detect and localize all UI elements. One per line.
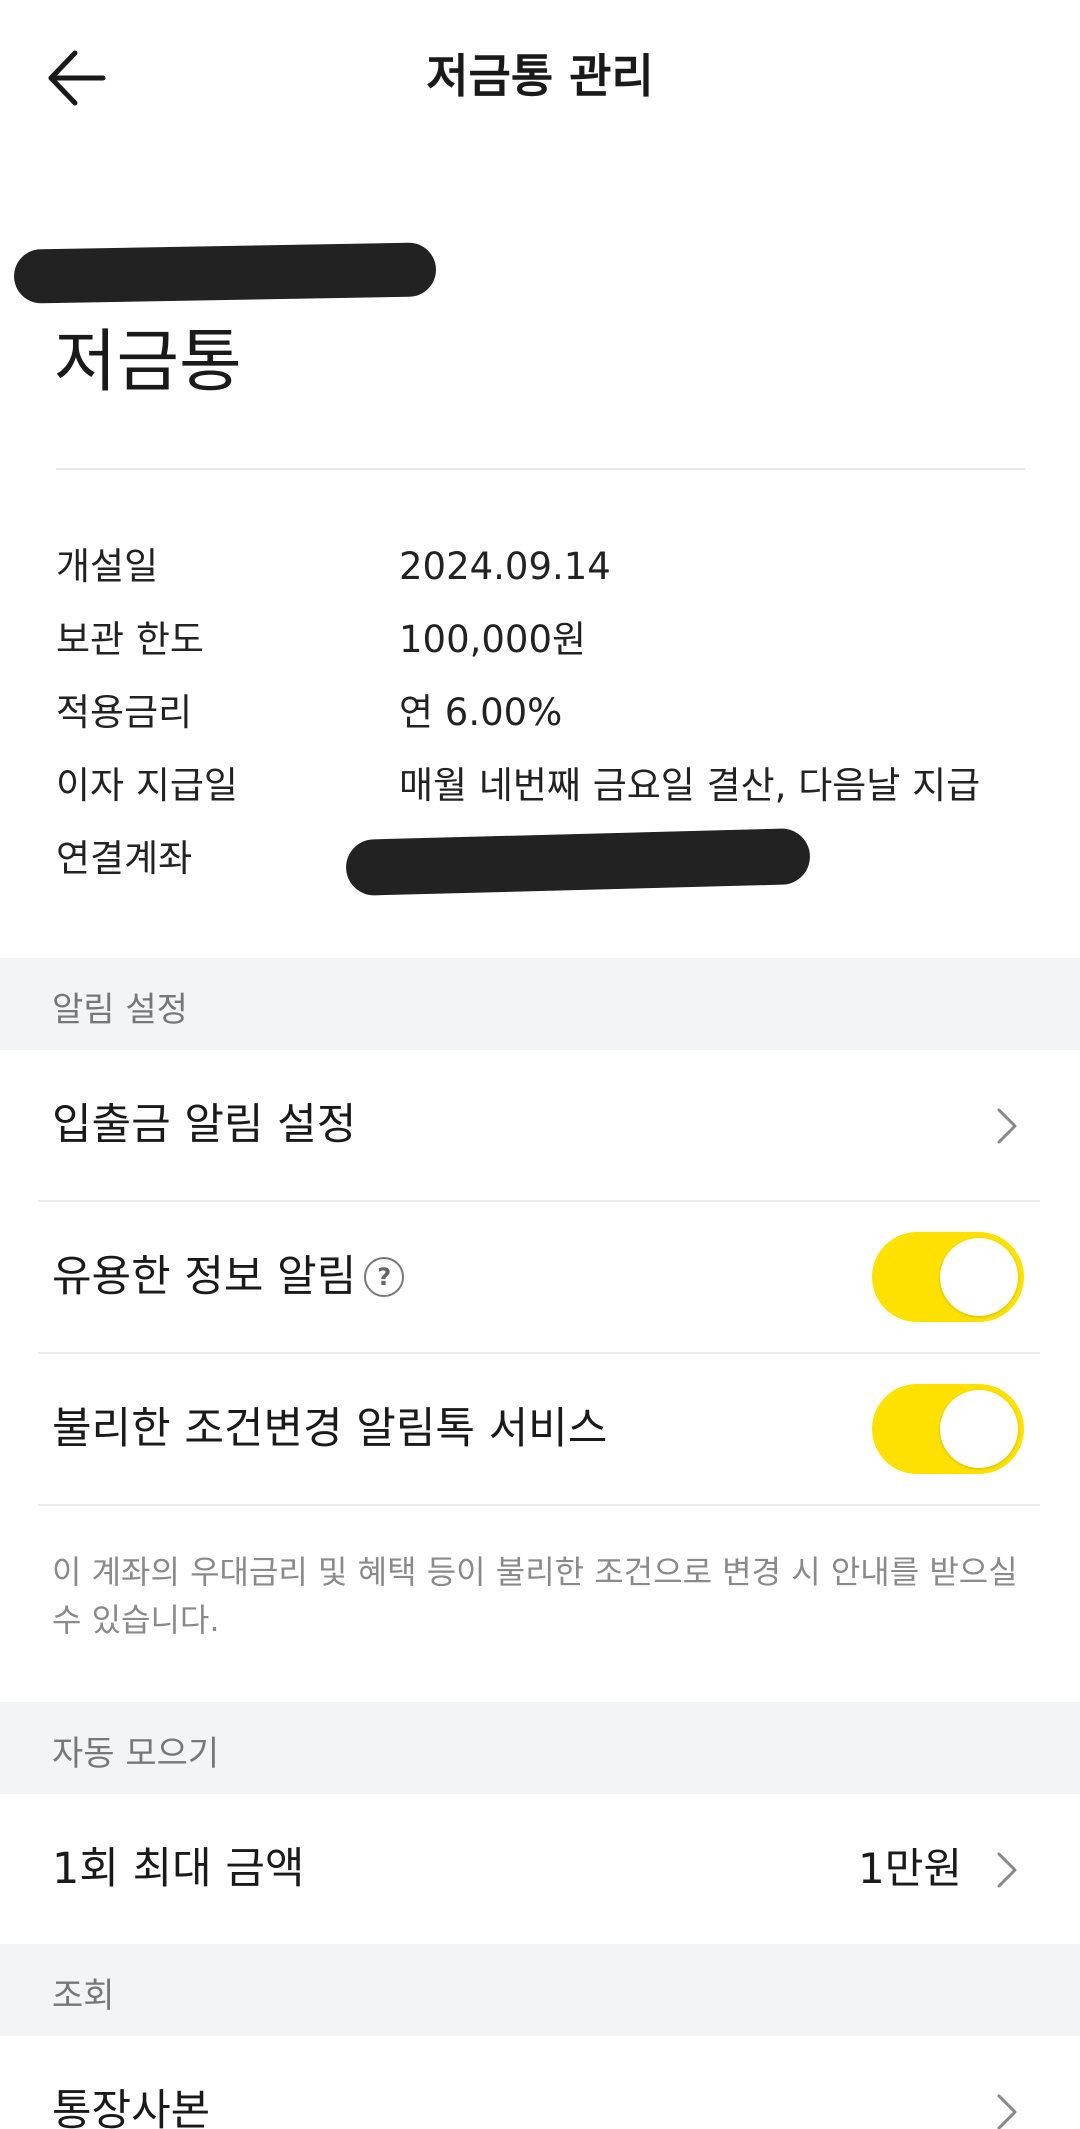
row-label: 불리한 조건변경 알림톡 서비스 xyxy=(52,1404,608,1454)
info-label: 이자 지급일 xyxy=(56,764,238,807)
section-label: 자동 모으기 xyxy=(52,1734,220,1774)
info-label: 적용금리 xyxy=(56,691,193,734)
unfavorable-change-toggle[interactable] xyxy=(872,1384,1024,1474)
section-header-auto-save: 자동 모으기 xyxy=(0,1702,1080,1794)
toggle-knob xyxy=(940,1390,1018,1468)
chevron-right-icon xyxy=(997,1108,1017,1144)
passbook-copy-row[interactable]: 통장사본 xyxy=(0,2036,1080,2129)
row-label-wrap: 유용한 정보 알림? xyxy=(52,1202,405,1352)
redacted-owner-name xyxy=(13,242,437,304)
info-value: 매월 네번째 금요일 결산, 다음날 지급 xyxy=(399,764,981,807)
max-amount-value: 1만원 xyxy=(857,1844,962,1893)
info-value: 100,000원 xyxy=(399,618,587,661)
useful-info-toggle[interactable] xyxy=(872,1232,1024,1322)
row-label: 1회 최대 금액 xyxy=(52,1844,305,1894)
row-label: 유용한 정보 알림 xyxy=(52,1252,357,1302)
row-label: 통장사본 xyxy=(52,2086,211,2129)
page-title: 저금통 관리 xyxy=(426,49,654,103)
account-name: 저금통 xyxy=(54,323,242,402)
info-value: 2024.09.14 xyxy=(399,545,611,588)
info-row-limit: 보관 한도 100,000원 xyxy=(56,603,1046,676)
chevron-right-icon xyxy=(997,2094,1017,2129)
info-row-interest-payday: 이자 지급일 매월 네번째 금요일 결산, 다음날 지급 xyxy=(56,749,1046,822)
useful-info-alert-row: 유용한 정보 알림? xyxy=(0,1202,1080,1352)
info-label: 개설일 xyxy=(56,545,159,588)
unfavorable-change-notice: 이 계좌의 우대금리 및 혜택 등이 불리한 조건으로 변경 시 안내를 받으실… xyxy=(52,1553,1018,1639)
info-row-opened-date: 개설일 2024.09.14 xyxy=(56,530,1046,603)
section-header-alerts: 알림 설정 xyxy=(0,958,1080,1050)
info-label: 연결계좌 xyxy=(56,837,193,880)
info-label: 보관 한도 xyxy=(56,618,204,661)
divider xyxy=(38,1504,1040,1506)
section-header-inquiry: 조회 xyxy=(0,1944,1080,2036)
help-icon[interactable]: ? xyxy=(364,1256,405,1297)
unfavorable-change-alert-row: 불리한 조건변경 알림톡 서비스 xyxy=(0,1354,1080,1504)
section-label: 알림 설정 xyxy=(52,990,188,1030)
section-label: 조회 xyxy=(52,1976,115,2016)
max-amount-row[interactable]: 1회 최대 금액 1만원 xyxy=(0,1794,1080,1944)
toggle-knob xyxy=(940,1238,1018,1316)
row-label: 입출금 알림 설정 xyxy=(52,1100,357,1150)
deposit-alert-setting-row[interactable]: 입출금 알림 설정 xyxy=(0,1050,1080,1200)
header-bar: 저금통 관리 xyxy=(0,0,1080,150)
chevron-right-icon xyxy=(997,1852,1017,1888)
info-row-interest-rate: 적용금리 연 6.00% xyxy=(56,676,1046,749)
divider xyxy=(56,468,1025,470)
info-value: 연 6.00% xyxy=(399,691,563,734)
